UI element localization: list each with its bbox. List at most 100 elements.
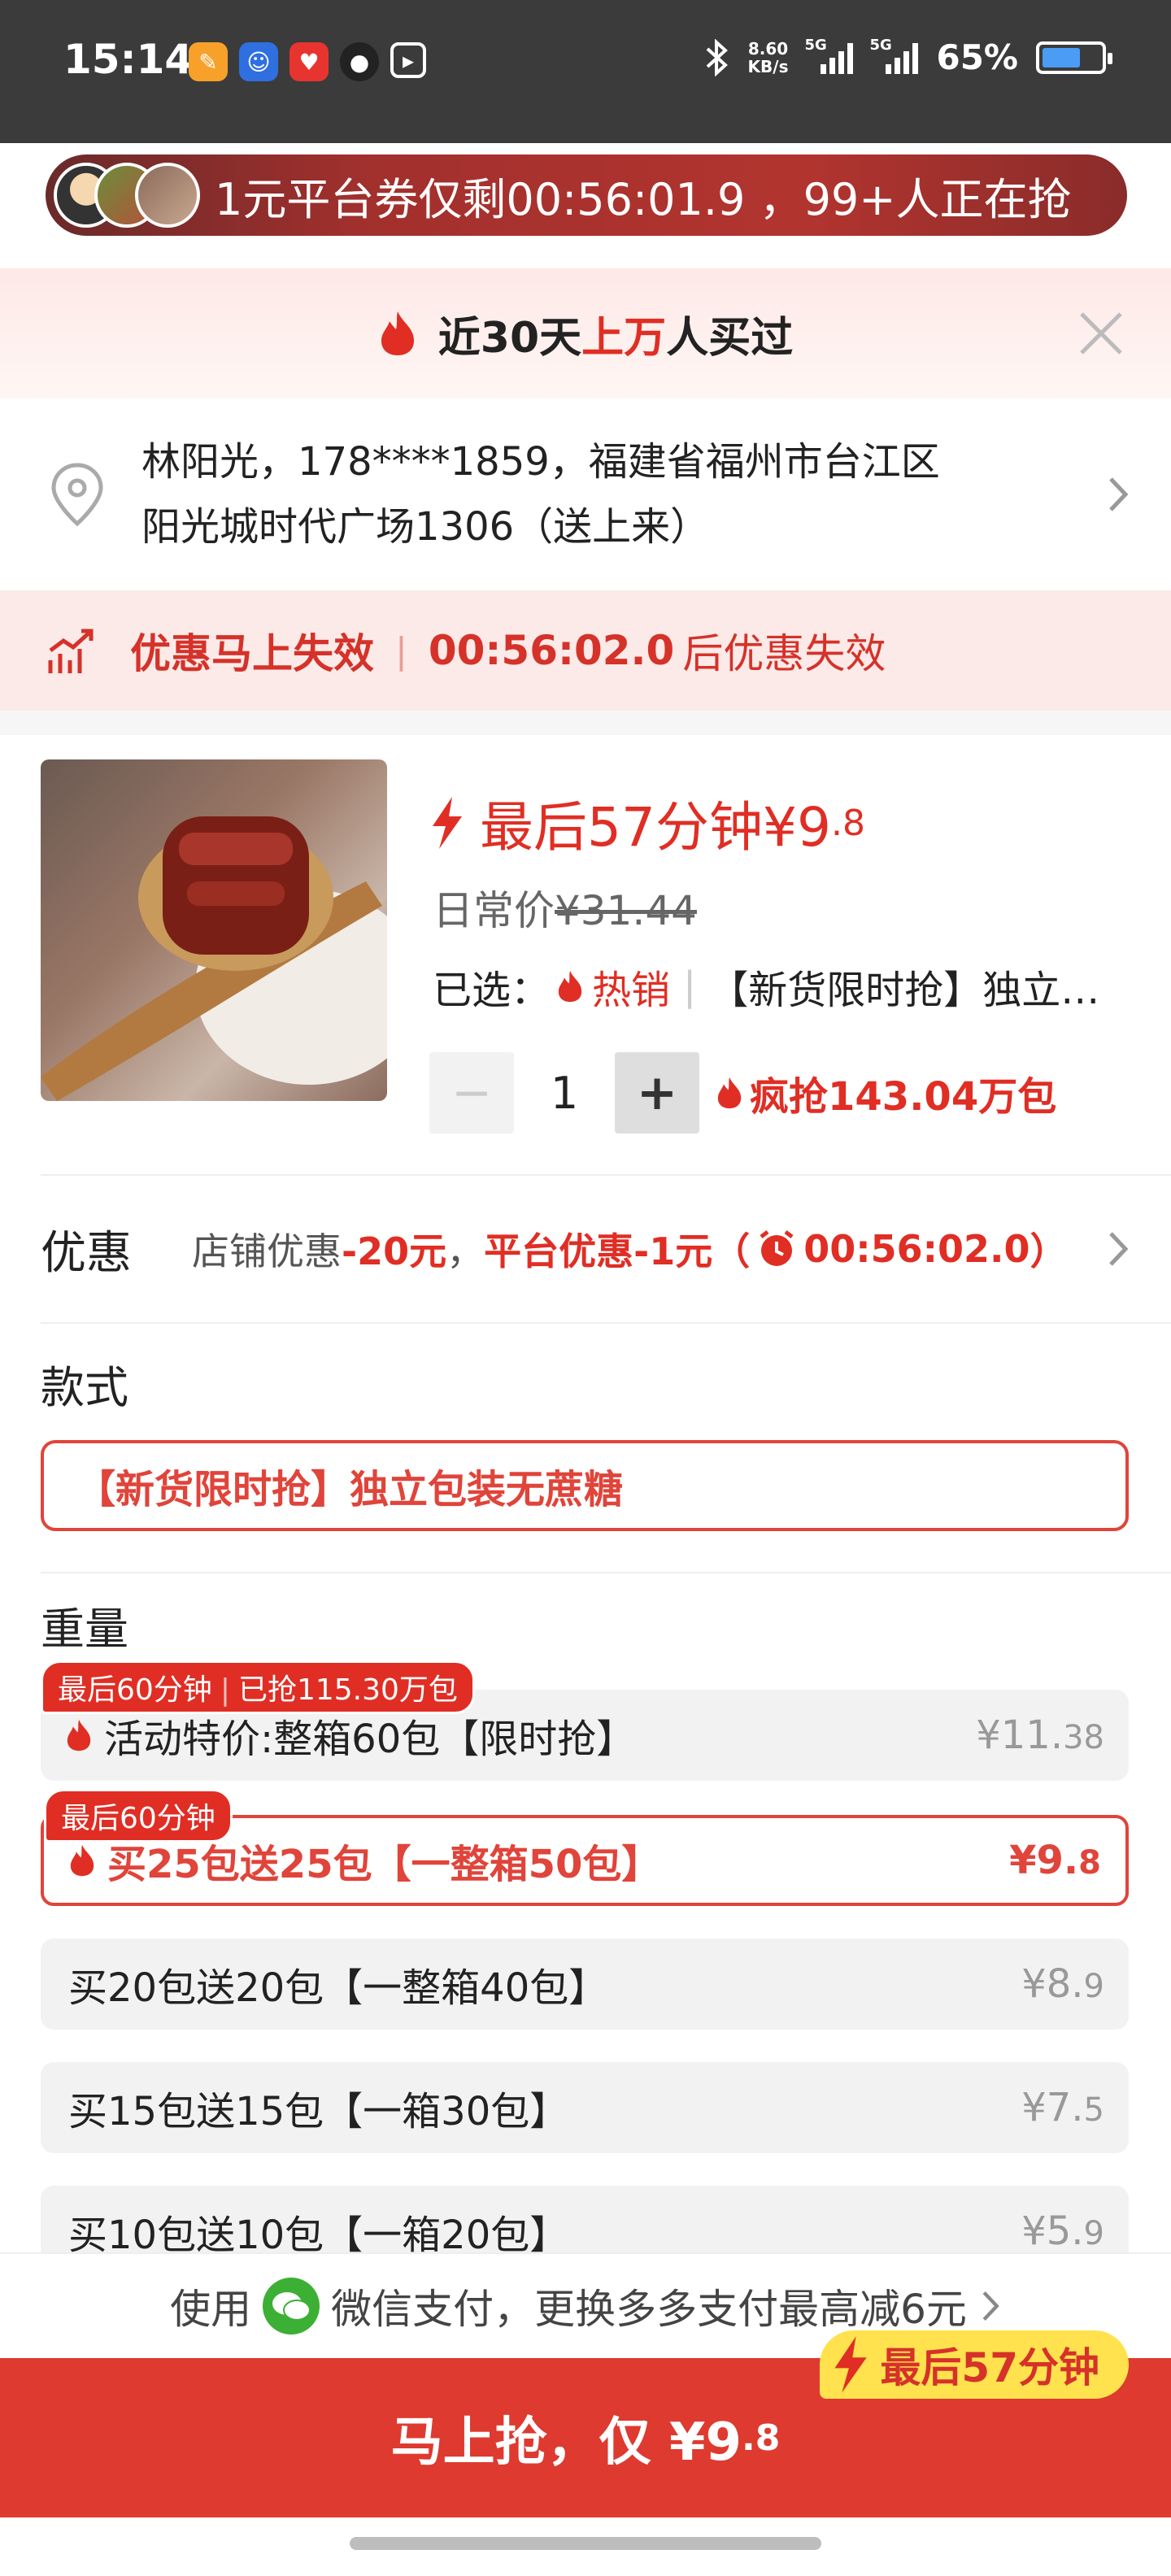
- product-summary: 最后57分钟¥9.8 日常价¥31.44 已选： 热销 | 【新货限时抢】独立……: [0, 735, 1171, 1174]
- signal-label: 5G: [804, 36, 827, 54]
- shop-discount-value: -20元: [342, 1229, 447, 1273]
- net-speed-value: 8.60: [747, 38, 789, 59]
- chevron-right-icon: [1109, 1232, 1129, 1266]
- quantity-stepper: − 1 + 疯抢143.04万包: [429, 1052, 1056, 1134]
- expiry-separator: |: [395, 629, 407, 672]
- flame-icon: [70, 1844, 94, 1877]
- buy-now-decimal: .8: [742, 2417, 781, 2459]
- expiry-tail: 后优惠失效: [682, 630, 886, 677]
- style-option-selected[interactable]: 【新货限时抢】独立包装无蔗糖: [41, 1440, 1129, 1531]
- location-pin-icon: [51, 463, 103, 527]
- weight-option[interactable]: 最后60分钟 | 已抢115.30万包 活动特价:整箱60包【限时抢】 ¥11.38: [41, 1660, 1129, 1781]
- flash-price-decimal: .8: [830, 802, 865, 844]
- option-price: ¥8.9: [1021, 1961, 1104, 2007]
- coupon-banner-text: 1元平台券仅剩00:56:01.9 ，99+人正在抢: [215, 173, 1072, 225]
- buy-now-label: 马上抢，仅 ¥9: [390, 2413, 742, 2473]
- payment-method-text: 微信支付，更换多多支付最高减6元: [331, 2286, 967, 2333]
- notification-icons: ✎ ☺ ♥ ● ▸: [189, 42, 426, 81]
- red-heart-app-icon: ♥: [289, 42, 329, 81]
- signal-icon: 5G: [869, 37, 919, 74]
- option-tag: 最后60分钟 | 已抢115.30万包: [41, 1660, 475, 1714]
- wechat-pay-icon: [263, 2278, 320, 2334]
- original-price-label: 日常价: [433, 887, 555, 934]
- option-price-main: ¥7.: [1021, 2085, 1084, 2130]
- discount-close-paren: ）: [1030, 1229, 1068, 1273]
- product-image[interactable]: [41, 759, 387, 1101]
- countdown-badge-text: 最后57分钟: [880, 2344, 1099, 2391]
- buyers-highlight: 上万: [581, 313, 667, 363]
- weight-options: 最后60分钟 | 已抢115.30万包 活动特价:整箱60包【限时抢】 ¥11.38…: [0, 1660, 1171, 2277]
- selected-summary[interactable]: 已选： 热销 | 【新货限时抢】独立…: [433, 958, 1099, 1015]
- signal-label: 5G: [869, 36, 892, 54]
- address-line2: 阳光城时代广场1306（送上来）: [141, 504, 710, 550]
- screen-record-icon: ▸: [390, 42, 426, 78]
- sales-count-text: 疯抢143.04万包: [750, 1074, 1057, 1120]
- buyers-suffix: 人买过: [666, 313, 794, 363]
- dark-app-icon: ●: [340, 42, 379, 81]
- buyers-prefix: 近30天: [437, 313, 582, 363]
- flash-price: 最后57分钟¥9.8: [428, 784, 865, 862]
- blue-app-icon: ☺: [239, 42, 278, 81]
- option-name: 活动特价:整箱60包【限时抢】: [104, 1717, 636, 1762]
- discount-expiry-bar: 优惠马上失效 | 00:56:02.0 后优惠失效: [0, 590, 1171, 711]
- battery-icon: [1036, 41, 1112, 74]
- style-section-title: 款式: [41, 1362, 128, 1413]
- option-price: ¥9.8: [1009, 1838, 1101, 1883]
- buyers-header: 近30天 上万 人买过: [0, 268, 1171, 398]
- weight-option-selected[interactable]: 最后60分钟 买25包送25包【一整箱50包】 ¥9.8: [41, 1789, 1129, 1906]
- weight-section-title: 重量: [41, 1603, 128, 1655]
- option-price: ¥7.5: [1021, 2085, 1104, 2130]
- platform-discount: 平台优惠-1元（: [484, 1229, 751, 1273]
- expiry-timer: 00:56:02.0: [428, 627, 675, 674]
- avatar-group: [54, 163, 200, 228]
- original-price: 日常价¥31.44: [433, 878, 697, 937]
- coupon-banner[interactable]: 1元平台券仅剩00:56:01.9 ，99+人正在抢: [46, 154, 1127, 236]
- discount-row[interactable]: 优惠 店铺优惠 -20元 ， 平台优惠-1元（ 00:56:02.0 ）: [0, 1176, 1171, 1322]
- original-price-value: ¥31.44: [555, 887, 697, 934]
- flame-icon: [67, 1719, 91, 1751]
- option-price-main: ¥11.: [976, 1712, 1064, 1758]
- expiry-label: 优惠马上失效: [130, 630, 374, 677]
- order-sheet: 近30天 上万 人买过 林阳光，178****1859，福建省福州市台江区 阳光…: [0, 268, 1171, 2576]
- address-line1: 林阳光，178****1859，福建省福州市台江区: [141, 439, 940, 485]
- avatar: [135, 163, 200, 228]
- option-price-main: ¥9.: [1009, 1838, 1079, 1883]
- increase-button[interactable]: +: [615, 1052, 699, 1134]
- chevron-right-icon: [1109, 477, 1129, 511]
- option-tag: 最后60分钟: [44, 1789, 233, 1843]
- selected-option: 【新货限时抢】独立…: [709, 968, 1100, 1013]
- net-speed-unit: KB/s: [747, 56, 789, 76]
- close-icon[interactable]: [1077, 309, 1125, 358]
- status-bar: 15:14 ✎ ☺ ♥ ● ▸ 8.60 KB/s 5G 5G 65%: [0, 0, 1171, 143]
- home-indicator[interactable]: [350, 2537, 821, 2550]
- option-name: 买20包送20包【一整箱40包】: [68, 1965, 608, 2011]
- clock: 15:14: [63, 36, 194, 83]
- discount-detail: 店铺优惠 -20元 ， 平台优惠-1元（ 00:56:02.0 ）: [192, 1222, 1068, 1276]
- battery-percent: 65%: [936, 37, 1018, 77]
- weight-option[interactable]: 买20包送20包【一整箱40包】 ¥8.9: [41, 1939, 1129, 2030]
- option-name: 买10包送10包【一箱20包】: [68, 2213, 569, 2258]
- chart-trend-icon: [48, 629, 94, 673]
- option-tag-extra: 已抢115.30万包: [237, 1673, 458, 1707]
- option-price: ¥11.38: [976, 1712, 1104, 1758]
- option-price-decimal: 8: [1078, 1844, 1101, 1882]
- flame-icon: [717, 1077, 742, 1109]
- quantity-value[interactable]: 1: [514, 1068, 615, 1119]
- signal-icon: 5G: [804, 37, 854, 74]
- divider: [0, 711, 1171, 735]
- bluetooth-icon: [706, 38, 728, 76]
- shop-discount-label: 店铺优惠: [192, 1229, 342, 1273]
- option-price-decimal: 9: [1083, 1968, 1104, 2005]
- weight-option[interactable]: 买15包送15包【一箱30包】 ¥7.5: [41, 2062, 1129, 2153]
- address-row[interactable]: 林阳光，178****1859，福建省福州市台江区 阳光城时代广场1306（送上…: [0, 398, 1171, 590]
- payment-prefix: 使用: [170, 2286, 252, 2333]
- decrease-button[interactable]: −: [429, 1052, 514, 1134]
- selected-label: 已选：: [433, 968, 551, 1013]
- countdown-badge: 最后57分钟: [820, 2330, 1129, 2399]
- option-price-main: ¥5.: [1021, 2208, 1084, 2254]
- lightning-icon: [433, 797, 462, 849]
- option-price-decimal: 9: [1083, 2215, 1104, 2252]
- alarm-clock-icon: [760, 1230, 794, 1266]
- option-tag-text: 最后60分钟: [61, 1802, 215, 1835]
- orange-app-icon: ✎: [189, 42, 228, 81]
